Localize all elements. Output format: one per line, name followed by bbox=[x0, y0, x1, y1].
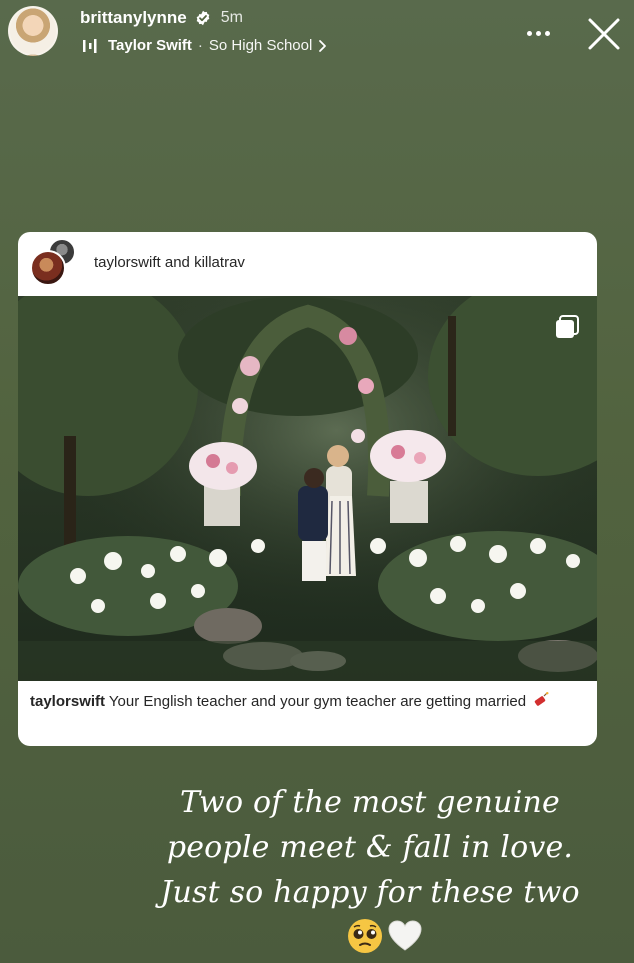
story-timestamp: 5m bbox=[220, 9, 243, 26]
verified-badge-icon bbox=[195, 10, 211, 26]
music-bars-icon bbox=[80, 38, 102, 54]
pleading-face-icon bbox=[346, 917, 384, 955]
shared-post-card[interactable]: taylorswift and killatrav taylorswift Yo… bbox=[18, 232, 597, 746]
story-emojis bbox=[346, 917, 424, 955]
more-options-button[interactable] bbox=[520, 18, 556, 48]
caption-username[interactable]: taylorswift bbox=[30, 693, 105, 710]
author-primary: taylorswift bbox=[94, 254, 161, 271]
more-dots-icon bbox=[535, 30, 541, 36]
caption-text: Your English teacher and your gym teache… bbox=[108, 693, 527, 710]
author-joiner: and bbox=[164, 254, 190, 271]
more-dots-icon bbox=[544, 30, 550, 36]
username[interactable]: brittanylynne bbox=[80, 8, 187, 28]
more-dots-icon bbox=[526, 30, 532, 36]
close-icon bbox=[588, 18, 620, 50]
chevron-right-icon bbox=[318, 39, 328, 53]
post-header: taylorswift and killatrav bbox=[18, 232, 597, 294]
avatar-primary bbox=[30, 250, 66, 286]
white-heart-icon bbox=[386, 917, 424, 955]
username-row: brittanylynne 5m bbox=[80, 8, 243, 28]
post-authors[interactable]: taylorswift and killatrav bbox=[94, 254, 245, 271]
profile-avatar[interactable] bbox=[8, 6, 58, 56]
author-secondary: killatrav bbox=[194, 254, 245, 271]
multiple-photos-icon bbox=[554, 314, 580, 340]
story-text-line-2: people meet & fall in love. bbox=[166, 830, 574, 865]
story-overlay-text: Two of the most genuine people meet & fa… bbox=[120, 780, 620, 915]
post-photo[interactable] bbox=[18, 296, 597, 681]
collab-avatars[interactable] bbox=[30, 238, 80, 288]
firecracker-icon bbox=[533, 692, 549, 708]
music-separator: · bbox=[197, 37, 203, 54]
music-artist: Taylor Swift bbox=[108, 37, 192, 54]
garden-proposal-image bbox=[18, 296, 597, 681]
close-button[interactable] bbox=[584, 14, 624, 54]
music-attribution[interactable]: Taylor Swift · So High School bbox=[80, 37, 328, 54]
music-song: So High School bbox=[208, 37, 313, 54]
story-text-line-3: Just so happy for these two bbox=[160, 875, 580, 910]
story-header: brittanylynne 5m Taylor Swift · So High … bbox=[0, 0, 634, 70]
story-text-line-1: Two of the most genuine bbox=[180, 785, 560, 820]
post-caption: taylorswift Your English teacher and you… bbox=[30, 691, 585, 712]
